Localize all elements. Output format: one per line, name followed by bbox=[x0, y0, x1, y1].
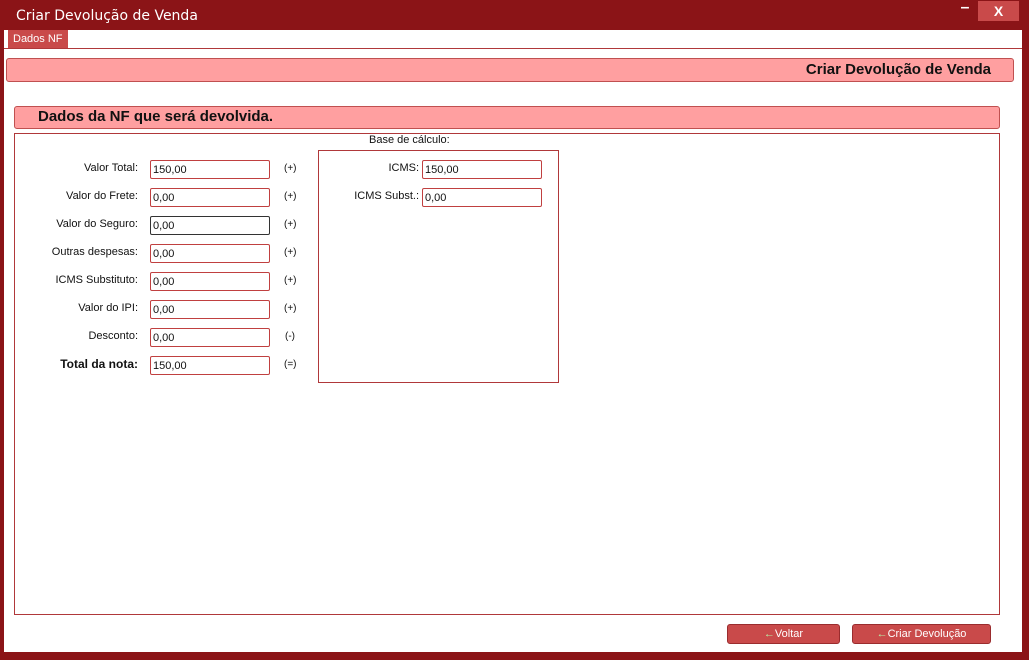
label-desconto: Desconto: bbox=[88, 330, 138, 342]
minimize-button[interactable]: – bbox=[950, 0, 980, 21]
arrow-left-icon: ← bbox=[763, 628, 775, 640]
total-nota-input[interactable] bbox=[150, 356, 270, 375]
label-icms-substituto: ICMS Substituto: bbox=[55, 274, 138, 286]
op-desconto: (-) bbox=[285, 331, 295, 342]
valor-ipi-input[interactable] bbox=[150, 300, 270, 319]
title-bar: Criar Devolução de Venda – X bbox=[0, 0, 1029, 30]
voltar-label: Voltar bbox=[774, 628, 804, 640]
valor-frete-input[interactable] bbox=[150, 188, 270, 207]
app-window: Criar Devolução de Venda – X Dados NF Cr… bbox=[0, 0, 1029, 660]
criar-devolucao-label: Criar Devolução bbox=[887, 628, 967, 640]
base-icms-input[interactable] bbox=[422, 160, 542, 179]
criar-devolucao-button[interactable]: ←Criar Devolução bbox=[852, 624, 991, 644]
label-outras-despesas: Outras despesas: bbox=[51, 246, 138, 258]
window-content: Dados NF Criar Devolução de Venda Dados … bbox=[4, 30, 1022, 652]
label-total-nota: Total da nota: bbox=[60, 357, 138, 371]
section-header: Dados da NF que será devolvida. bbox=[14, 106, 1000, 129]
valor-seguro-input[interactable] bbox=[150, 216, 270, 235]
label-base-icms-subst: ICMS Subst.: bbox=[354, 190, 419, 202]
op-valor-ipi: (+) bbox=[284, 303, 297, 314]
tab-dados-nf[interactable]: Dados NF bbox=[8, 30, 68, 48]
op-valor-total: (+) bbox=[284, 163, 297, 174]
label-valor-total: Valor Total: bbox=[83, 162, 138, 174]
outras-despesas-input[interactable] bbox=[150, 244, 270, 263]
op-outras-despesas: (+) bbox=[284, 247, 297, 258]
page-title: Criar Devolução de Venda bbox=[805, 61, 991, 78]
base-icms-subst-input[interactable] bbox=[422, 188, 542, 207]
label-base-icms: ICMS: bbox=[388, 162, 419, 174]
op-icms-substituto: (+) bbox=[284, 275, 297, 286]
close-button[interactable]: X bbox=[978, 1, 1019, 21]
base-calculo-group: ICMS: ICMS Subst.: bbox=[318, 150, 559, 383]
label-valor-frete: Valor do Frete: bbox=[66, 190, 138, 202]
op-total-nota: (=) bbox=[284, 359, 297, 370]
op-valor-frete: (+) bbox=[284, 191, 297, 202]
page-header: Criar Devolução de Venda bbox=[6, 58, 1014, 82]
form-panel: Valor Total: (+) Valor do Frete: (+) Val… bbox=[14, 133, 1000, 615]
section-title: Dados da NF que será devolvida. bbox=[38, 108, 274, 125]
op-valor-seguro: (+) bbox=[284, 219, 297, 230]
arrow-left-icon: ← bbox=[876, 628, 888, 640]
desconto-input[interactable] bbox=[150, 328, 270, 347]
valor-total-input[interactable] bbox=[150, 160, 270, 179]
window-title: Criar Devolução de Venda bbox=[16, 8, 198, 24]
icms-substituto-input[interactable] bbox=[150, 272, 270, 291]
tab-divider bbox=[4, 48, 1022, 49]
base-calculo-legend: Base de cálculo: bbox=[367, 134, 452, 146]
label-valor-seguro: Valor do Seguro: bbox=[56, 218, 138, 230]
voltar-button[interactable]: ←Voltar bbox=[727, 624, 840, 644]
label-valor-ipi: Valor do IPI: bbox=[78, 302, 138, 314]
